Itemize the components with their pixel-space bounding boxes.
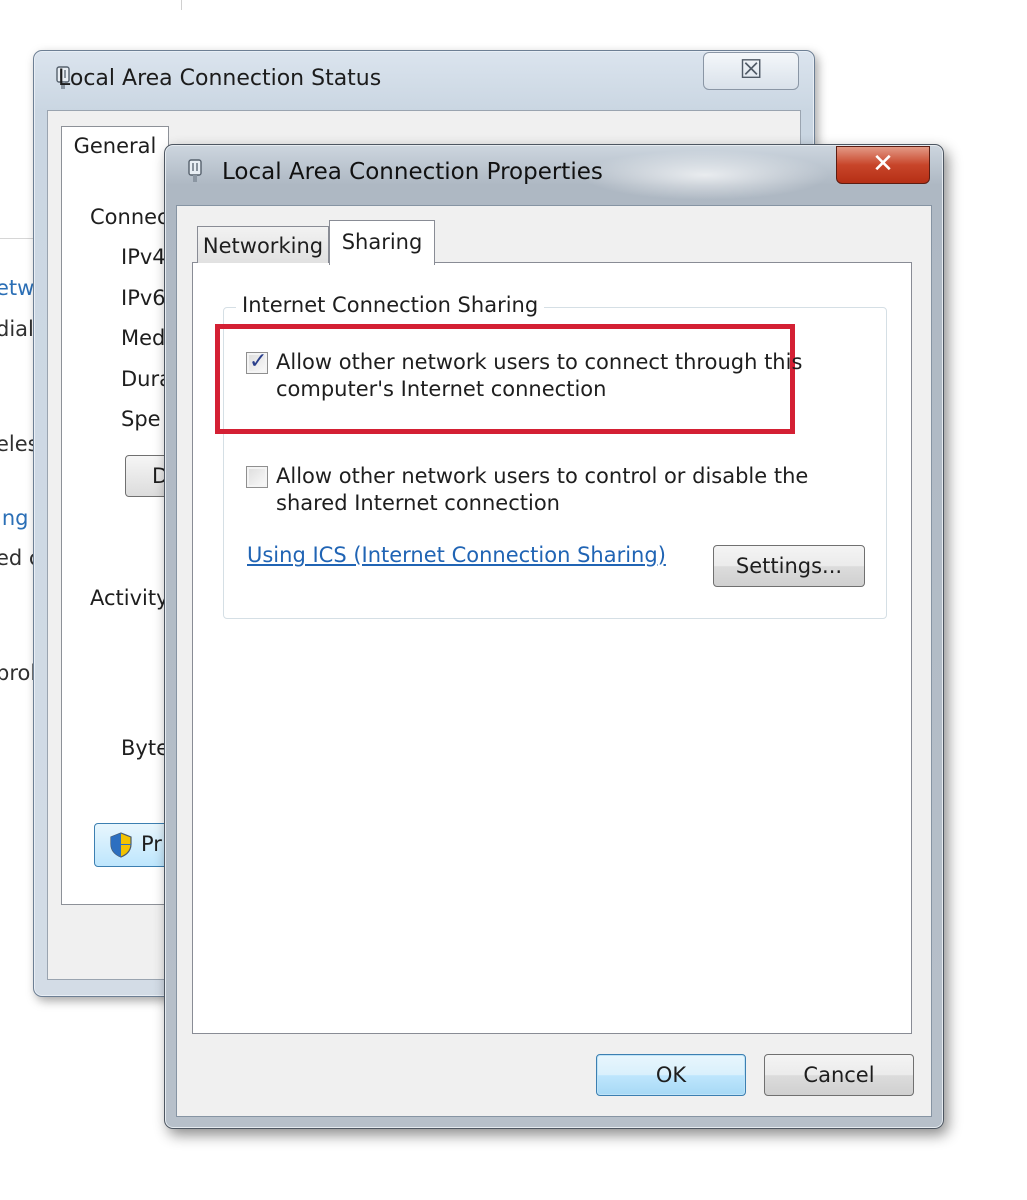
- allow-connect-label-line2[interactable]: computer's Internet connection: [276, 375, 606, 403]
- background-text-fragment: prol: [0, 661, 37, 685]
- titlebar-glow: [580, 150, 830, 200]
- allow-control-label-line2[interactable]: shared Internet connection: [276, 489, 560, 517]
- background-link-fragment[interactable]: ing: [0, 506, 28, 530]
- background-divider-horizontal: [0, 238, 36, 239]
- allow-control-label[interactable]: Allow other network users to control or …: [276, 462, 808, 490]
- background-text-fragment: dial: [0, 317, 34, 341]
- settings-button[interactable]: Settings...: [713, 545, 865, 587]
- tab-general[interactable]: General: [61, 126, 169, 163]
- ics-help-link[interactable]: Using ICS (Internet Connection Sharing): [247, 543, 666, 567]
- properties-close-button[interactable]: ✕: [836, 146, 930, 184]
- tab-networking[interactable]: Networking: [197, 226, 329, 263]
- status-label: Activity: [90, 586, 169, 610]
- background-link-fragment[interactable]: etw: [0, 276, 34, 300]
- status-properties-label: Pr: [141, 832, 162, 856]
- tab-sharing[interactable]: Sharing: [329, 220, 435, 265]
- uac-shield-icon: [109, 832, 133, 862]
- network-connection-icon: [187, 159, 203, 189]
- allow-connect-checkbox[interactable]: ✓: [246, 349, 268, 374]
- status-label: Byte: [121, 736, 169, 760]
- allow-control-checkbox[interactable]: [246, 466, 268, 488]
- ok-button[interactable]: OK: [596, 1054, 746, 1096]
- allow-connect-label[interactable]: Allow other network users to connect thr…: [276, 348, 802, 376]
- close-icon: ☒: [739, 55, 763, 85]
- background-divider: [181, 0, 182, 10]
- close-icon: ✕: [872, 149, 894, 179]
- properties-dialog-title: Local Area Connection Properties: [222, 159, 603, 185]
- status-label: IPv6: [121, 286, 166, 310]
- status-label: IPv4: [121, 245, 166, 269]
- status-window-title: Local Area Connection Status: [58, 66, 382, 91]
- check-icon: ✓: [249, 349, 268, 374]
- status-label: Spe: [121, 407, 161, 431]
- status-label: Med: [121, 326, 166, 350]
- cancel-button[interactable]: Cancel: [764, 1054, 914, 1096]
- status-close-button[interactable]: ☒: [703, 52, 799, 90]
- ics-group-title: Internet Connection Sharing: [236, 293, 545, 317]
- status-label: Connec: [90, 205, 169, 229]
